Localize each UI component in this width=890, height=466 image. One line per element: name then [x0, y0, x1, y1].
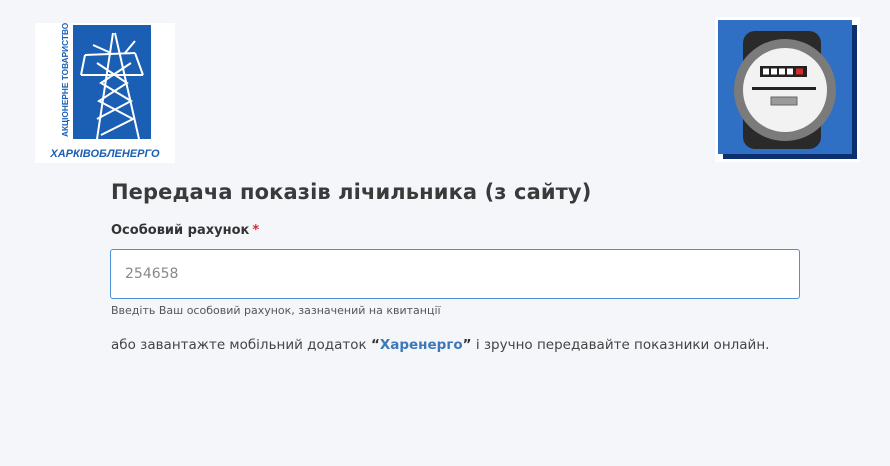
- app-link[interactable]: Харенерго: [380, 337, 463, 353]
- company-logo: АКЦІОНЕРНЕ ТОВАРИСТВО ХАРКІВОБЛЕНЕРГО: [35, 23, 175, 163]
- app-quote-open: “: [370, 337, 380, 353]
- logo-company-name: ХАРКІВОБЛЕНЕРГО: [49, 148, 160, 160]
- app-quote-close: ”: [462, 337, 472, 353]
- logo-vertical-text: АКЦІОНЕРНЕ ТОВАРИСТВО: [60, 23, 70, 137]
- account-number-input[interactable]: [110, 249, 800, 299]
- meter-logo: [715, 17, 860, 162]
- power-pylon-logo-icon: АКЦІОНЕРНЕ ТОВАРИСТВО ХАРКІВОБЛЕНЕРГО: [35, 23, 175, 163]
- account-field-label: Особовий рахунок *: [111, 223, 259, 238]
- app-promo-text: або завантажте мобільний додаток “Харене…: [111, 337, 769, 353]
- electric-meter-icon: [715, 17, 860, 162]
- app-promo-after: і зручно передавайте показники онлайн.: [471, 337, 770, 353]
- page-title: Передача показів лічильника (з сайту): [111, 180, 592, 204]
- account-label-text: Особовий рахунок: [111, 223, 250, 238]
- required-mark: *: [252, 223, 260, 238]
- account-hint: Введіть Ваш особовий рахунок, зазначений…: [111, 304, 441, 317]
- page: АКЦІОНЕРНЕ ТОВАРИСТВО ХАРКІВОБЛЕНЕРГО Пе…: [0, 0, 890, 466]
- app-promo-before: або завантажте мобільний додаток: [111, 337, 371, 353]
